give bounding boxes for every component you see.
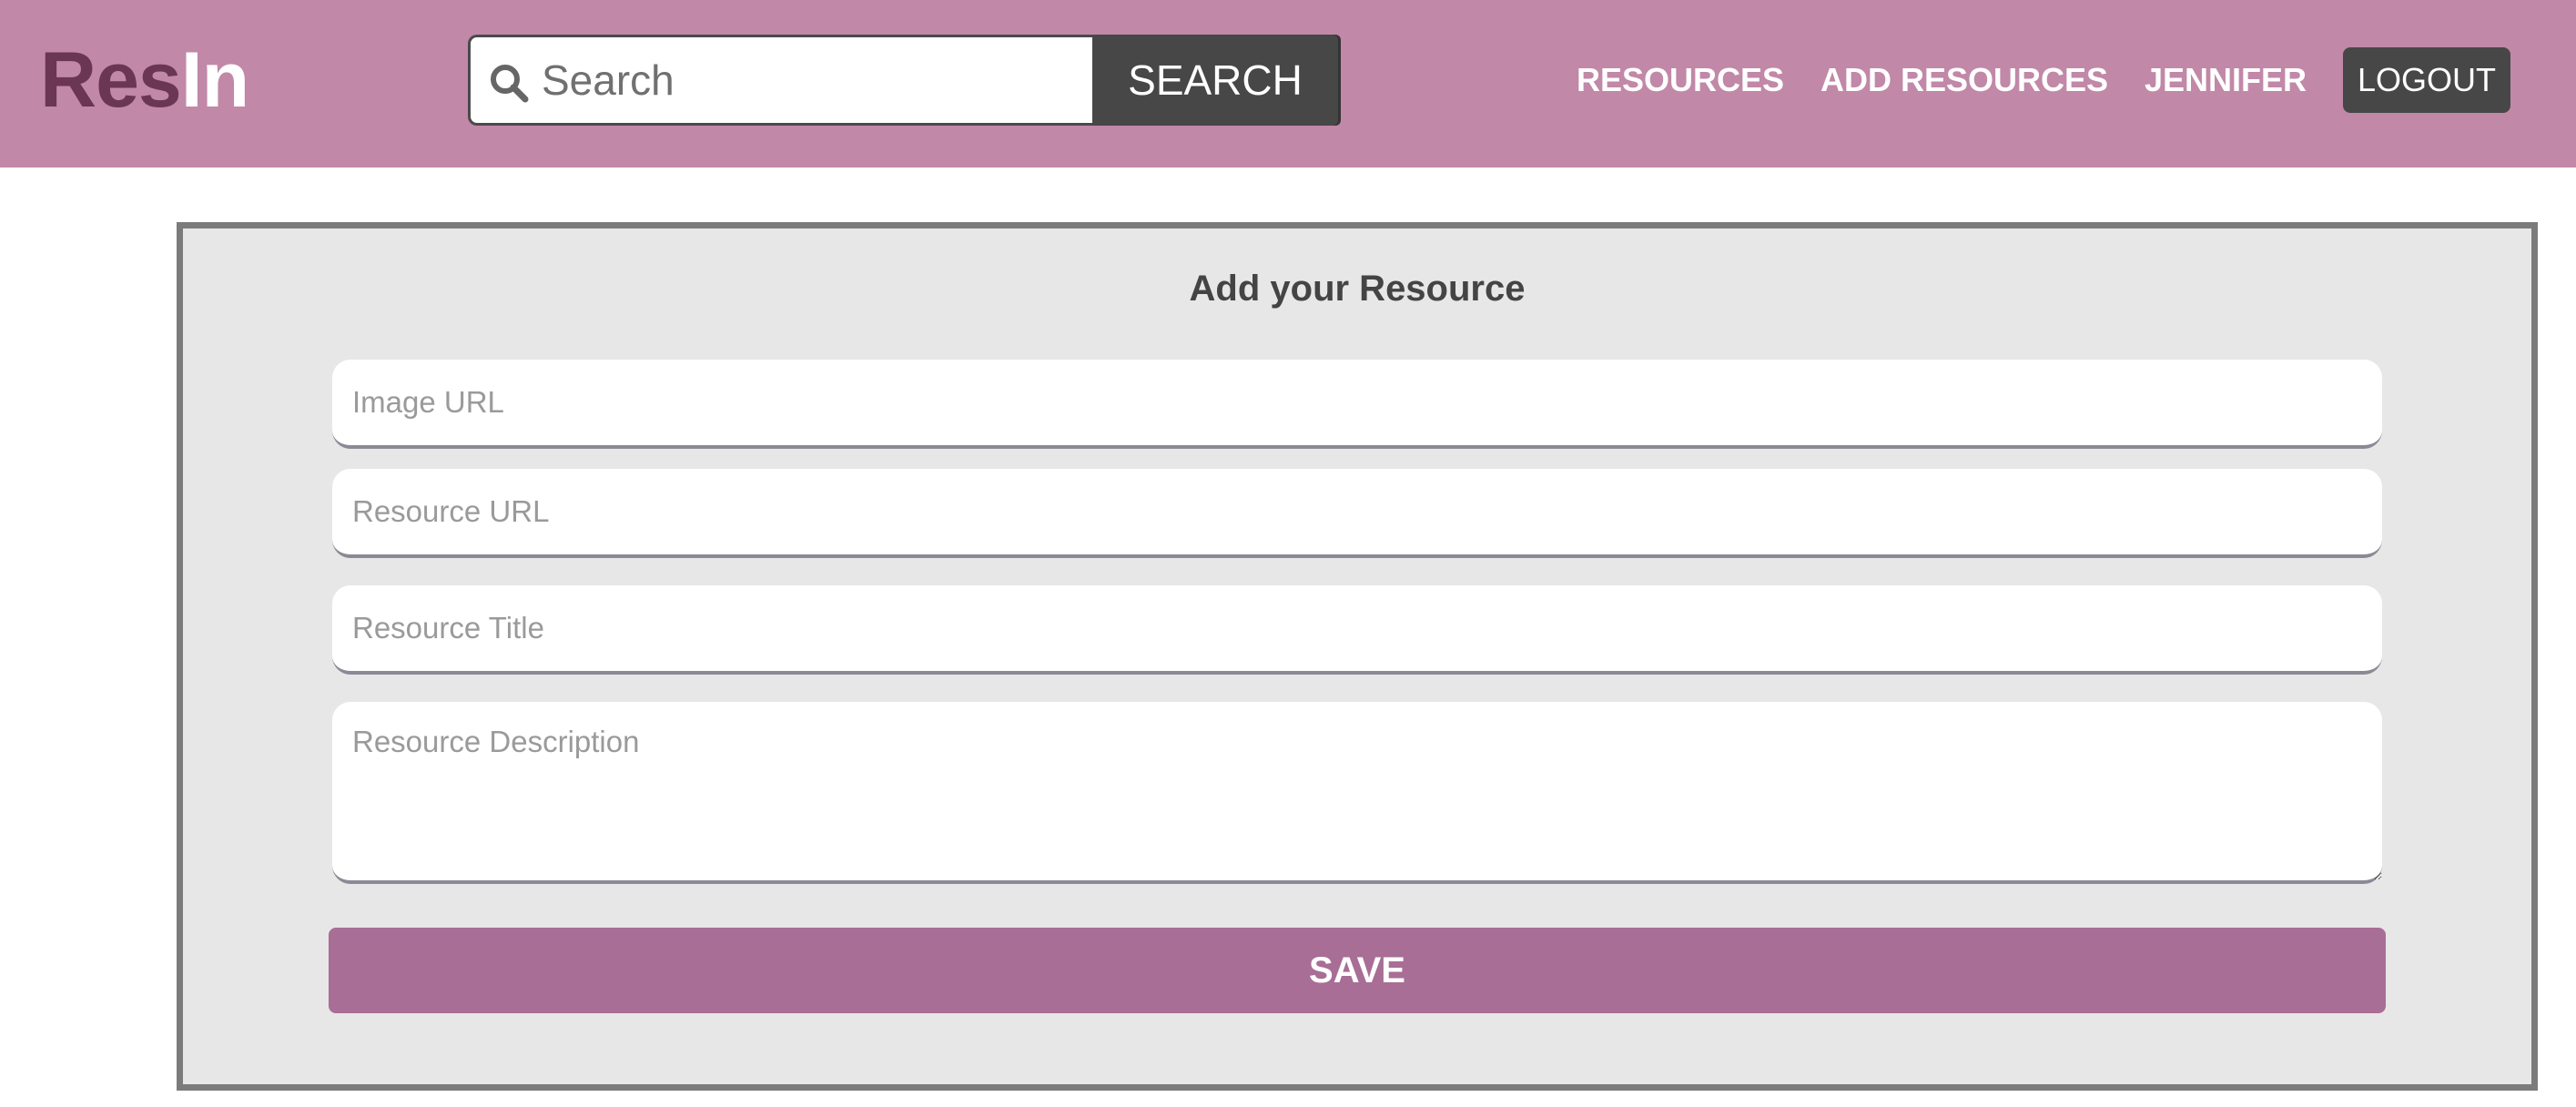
search-icon xyxy=(487,61,531,105)
save-button[interactable]: SAVE xyxy=(329,928,2386,1013)
form-title: Add your Resource xyxy=(1189,269,1526,309)
search-bar: SEARCH xyxy=(468,35,1338,126)
logo-text-in: In xyxy=(180,36,249,124)
app-logo[interactable]: ResIn xyxy=(40,35,249,126)
nav-user-link[interactable]: JENNIFER xyxy=(2145,47,2307,113)
image-url-field[interactable] xyxy=(332,360,2382,449)
nav-resources-link[interactable]: RESOURCES xyxy=(1577,47,1784,113)
resource-title-field[interactable] xyxy=(332,585,2382,675)
logout-button[interactable]: LOGOUT xyxy=(2343,47,2510,113)
resource-description-field[interactable] xyxy=(332,702,2382,884)
top-navbar: ResIn SEARCH RESOURCES ADD RESOURCES JEN… xyxy=(0,0,2576,168)
nav-add-resources-link[interactable]: ADD RESOURCES xyxy=(1820,47,2108,113)
resource-url-field[interactable] xyxy=(332,469,2382,558)
search-box xyxy=(468,35,1092,126)
logo-text-res: Res xyxy=(40,36,182,124)
add-resource-form: Add your Resource SAVE xyxy=(177,222,2538,1091)
search-button[interactable]: SEARCH xyxy=(1092,35,1338,126)
search-input[interactable] xyxy=(540,37,1086,123)
